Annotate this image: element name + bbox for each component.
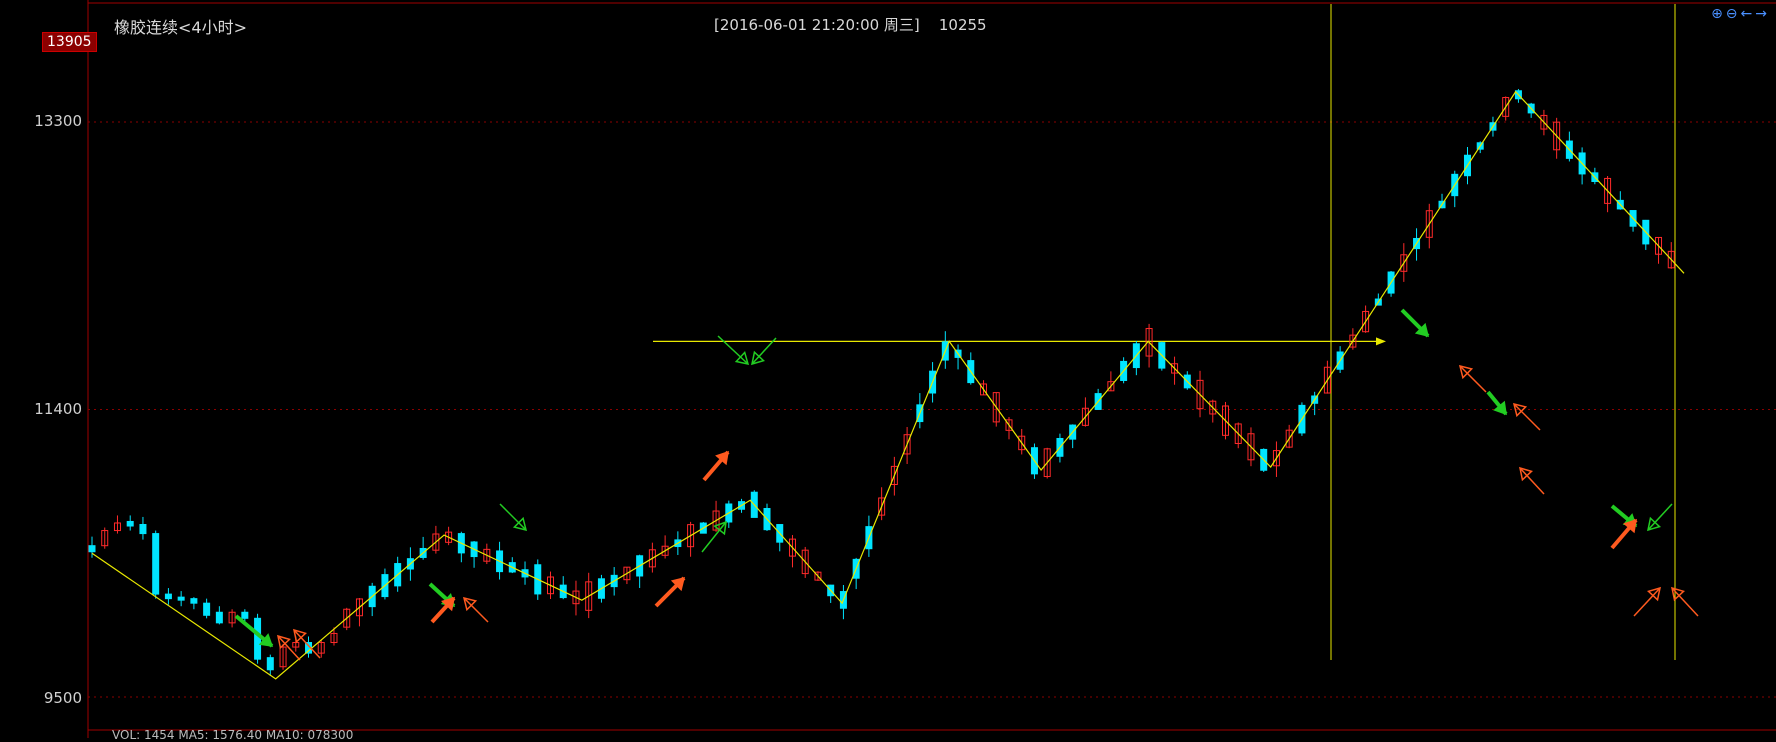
candle-body [88,545,96,553]
candle-body [241,611,249,619]
y-tick-9500: 9500 [43,689,82,707]
candle-body [152,533,160,595]
scroll-right-icon[interactable]: → [1755,6,1768,22]
buy-arrow [717,335,749,365]
signal-arrows [234,308,1699,661]
chart-canvas[interactable] [0,0,1776,738]
y-tick-11400: 11400 [34,400,82,418]
zoom-out-icon[interactable]: ⊖ [1726,6,1739,22]
chart-toolbar: ⊕ ⊖ ← → [1709,6,1768,22]
candle-body [254,617,262,660]
resistance-arrowhead [1376,337,1386,346]
candle-body [164,593,172,600]
horizontal-level [653,337,1386,346]
candle-body [190,598,198,604]
high-price-marker: 13905 [42,32,97,52]
scroll-left-icon[interactable]: ← [1741,6,1754,22]
grid-lines [87,0,1776,738]
sell-arrow [1671,587,1699,617]
candle-body [266,657,274,671]
sell-arrow [1633,587,1661,617]
candlestick-series [88,88,1675,676]
zigzag-overlay [91,90,1685,680]
y-tick-13300: 13300 [34,112,82,130]
volume-readout: VOL: 1454 MA5: 1576.40 MA10: 078300 [112,728,354,742]
sell-arrow [1459,365,1487,393]
sell-arrow [1513,403,1541,431]
instrument-title: 橡胶连续<4小时> [114,18,247,37]
buy-arrow [499,503,527,531]
zigzag-line [91,90,1685,680]
candle-body [177,596,185,601]
cursor-value: 10255 [938,16,987,34]
candle-body [126,520,134,527]
datetime-info: [2016-06-01 21:20:00 周三] 10255 [714,14,987,35]
zoom-in-icon[interactable]: ⊕ [1711,6,1724,22]
candle-body [203,602,211,616]
datetime-text: [2016-06-01 21:20:00 周三] [714,16,920,34]
candle-body [139,524,147,535]
candle-body [215,611,223,624]
